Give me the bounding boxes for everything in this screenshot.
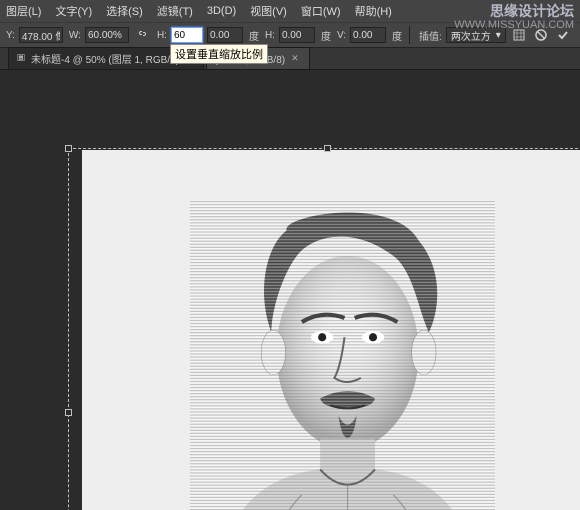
watermark-line1: 思缘设计论坛 [454,4,574,18]
y-label: Y: [6,30,15,41]
interp-label: 插值: [419,28,442,43]
transform-handle-tc[interactable] [324,145,331,152]
h2-input[interactable] [279,27,315,43]
transform-handle-tl[interactable] [65,145,72,152]
document-tab-bar: 🞖 未标题-4 @ 50% (图层 1, RGB/8) ✕ (图层 2, RGB… [0,48,580,70]
menu-view[interactable]: 视图(V) [250,3,287,19]
v-label: V: [337,30,346,41]
tooltip: 设置垂直缩放比例 [170,44,268,64]
transform-handle-ml[interactable] [65,409,72,416]
engraved-portrait [190,200,495,510]
y-input[interactable] [19,27,63,43]
h-label: H: [157,30,167,41]
h2-label: H: [265,30,275,41]
watermark-line2: WWW.MISSYUAN.COM [454,18,574,32]
menu-window[interactable]: 窗口(W) [301,3,341,19]
h-px-input[interactable] [207,27,243,43]
menu-select[interactable]: 选择(S) [106,3,143,19]
file-icon: 🞖 [17,53,25,64]
link-icon[interactable] [133,26,151,44]
close-icon[interactable]: ✕ [291,53,299,64]
deg-label-2: 度 [321,28,331,43]
h-input[interactable] [171,27,203,43]
w-input[interactable] [85,27,129,43]
deg-label-3: 度 [392,28,402,43]
menu-3d[interactable]: 3D(D) [207,5,236,17]
document-tab-1-label: 未标题-4 @ 50% (图层 1, RGB/8) [31,51,179,66]
menu-type[interactable]: 文字(Y) [55,3,92,19]
watermark: 思缘设计论坛 WWW.MISSYUAN.COM [454,4,574,32]
canvas-area[interactable] [0,70,580,510]
menu-help[interactable]: 帮助(H) [355,3,392,19]
menu-filter[interactable]: 滤镜(T) [157,3,193,19]
v-input[interactable] [350,27,386,43]
w-label: W: [69,30,81,41]
deg-label-1: 度 [249,28,259,43]
image-layer [190,200,495,510]
menu-layer[interactable]: 图层(L) [6,3,41,19]
